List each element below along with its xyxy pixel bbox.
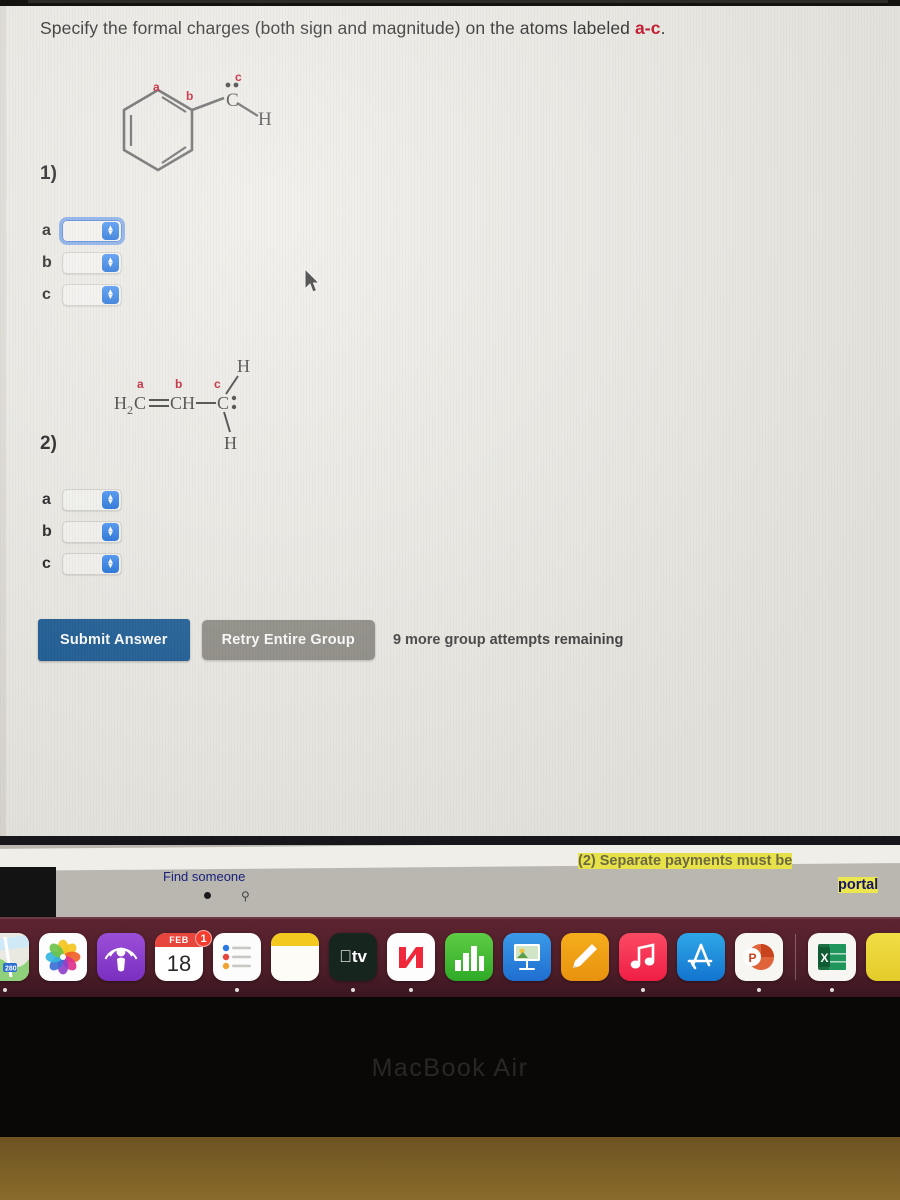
select-1a[interactable]: ▲ ▼ [59,217,125,245]
svg-text:a: a [153,80,160,94]
select-1c[interactable]: ▲ ▼ [62,284,122,306]
small-glyph-icon: ⚲ [241,889,250,903]
excel-letter: X [821,951,829,965]
svg-text:c: c [214,377,221,391]
dock-item-partial[interactable] [861,933,900,981]
retry-entire-group-button[interactable]: Retry Entire Group [201,620,375,660]
running-indicator [3,988,7,992]
dock-item-reminders[interactable] [208,933,266,992]
dock-separator [795,934,796,980]
highlighted-text-line-1: (2) Separate payments must be [578,853,793,869]
field-label-b: b [42,523,52,540]
attempts-remaining-text: 9 more group attempts remaining [392,632,624,648]
svg-text:b: b [175,377,182,391]
macos-dock: 280 FEB 18 1 tv P X [0,917,900,997]
notes-header-band [271,933,319,946]
select-1b[interactable]: ▲ ▼ [62,252,122,274]
dock-item-news[interactable] [382,933,440,992]
svg-text:a: a [137,377,144,391]
bezel-highlight [28,0,888,3]
svg-text:C: C [217,393,229,413]
page-left-edge [0,6,6,836]
bullet-dot-icon [204,892,211,899]
question-2-field-a[interactable]: a ▲ ▼ [42,489,122,511]
action-toolbar: Submit Answer Retry Entire Group 9 more … [38,619,623,661]
dock-item-apple-tv[interactable]: tv [324,933,382,992]
select-2c[interactable]: ▲ ▼ [62,553,122,575]
mouse-cursor-icon [304,268,322,296]
stepper-icon[interactable]: ▲ ▼ [102,523,119,541]
dock-item-photos[interactable] [34,933,92,981]
dock-item-excel[interactable]: X [803,933,861,992]
dock-item-music[interactable] [614,933,672,992]
submit-answer-button[interactable]: Submit Answer [38,619,190,661]
prompt-period: . [660,18,666,38]
stepper-icon[interactable]: ▲ ▼ [102,286,119,304]
stepper-icon[interactable]: ▲ ▼ [102,254,119,272]
select-2b[interactable]: ▲ ▼ [62,521,122,543]
macbook-air-brand-text: MacBook Air [371,1054,529,1082]
question-1-number: 1) [40,163,57,184]
svg-text:H: H [258,109,272,130]
question-prompt: Specify the formal charges (both sign an… [40,18,870,39]
dock-item-calendar[interactable]: FEB 18 1 [150,930,212,981]
dock-item-pages[interactable] [556,933,614,981]
molecule-1-structure: C H a b c [100,68,310,178]
apple-tv-label: tv [345,947,367,966]
stepper-icon[interactable]: ▲ ▼ [102,222,119,240]
field-label-a: a [42,491,51,508]
field-label-c: c [42,555,51,572]
question-2-number: 2) [40,433,57,454]
dock-item-powerpoint[interactable]: P [730,933,788,992]
dock-item-keynote[interactable] [498,933,556,981]
desk-surface [0,1137,900,1200]
dock-item-notes[interactable] [266,933,324,981]
field-label-c: c [42,286,51,303]
background-window-strip: Find someone ⚲ (2) Separate payments mus… [0,845,900,917]
svg-text:C: C [134,393,146,413]
calendar-badge: 1 [195,930,212,947]
background-window-dark-corner [0,867,56,917]
dock-item-podcasts[interactable] [92,933,150,981]
running-indicator [235,988,239,992]
running-indicator [641,988,645,992]
screenshot-root: Specify the formal charges (both sign an… [0,0,900,1200]
svg-text:H: H [237,356,250,376]
running-indicator [830,988,834,992]
highlighted-text-line-2: portal [838,877,879,893]
svg-text:280: 280 [5,966,17,973]
dock-item-maps[interactable]: 280 [0,933,34,992]
field-label-a: a [42,222,51,239]
question-1-field-a[interactable]: a ▲ ▼ [42,217,125,245]
stepper-icon[interactable]: ▲ ▼ [102,491,119,509]
prompt-text: Specify the formal charges (both sign an… [40,18,635,38]
svg-text:C: C [226,90,239,111]
powerpoint-letter: P [749,951,757,965]
question-2-field-b[interactable]: b ▲ ▼ [42,521,122,543]
window-divider [0,836,900,845]
find-someone-link[interactable]: Find someone [163,869,245,884]
field-label-b: b [42,254,52,271]
running-indicator [351,988,355,992]
stepper-icon[interactable]: ▲ ▼ [102,555,119,573]
dock-item-numbers[interactable] [440,933,498,981]
molecule-2-structure: H 2 C CH C H H a b c [110,354,290,454]
svg-text:2: 2 [127,403,133,417]
running-indicator [757,988,761,992]
svg-text:H: H [224,433,237,453]
dock-item-app-store[interactable] [672,933,730,981]
question-1-field-b[interactable]: b ▲ ▼ [42,252,122,274]
svg-text:b: b [186,89,193,103]
prompt-atom-labels: a-c [634,18,661,38]
running-indicator [409,988,413,992]
question-2-field-c[interactable]: c ▲ ▼ [42,553,122,575]
svg-text:CH: CH [170,393,195,413]
calendar-day-number: 18 [166,951,192,976]
question-1-field-c[interactable]: c ▲ ▼ [42,284,122,306]
browser-page: Specify the formal charges (both sign an… [0,6,900,836]
svg-text:c: c [235,70,242,84]
select-2a[interactable]: ▲ ▼ [62,489,122,511]
svg-text:H: H [114,393,127,413]
